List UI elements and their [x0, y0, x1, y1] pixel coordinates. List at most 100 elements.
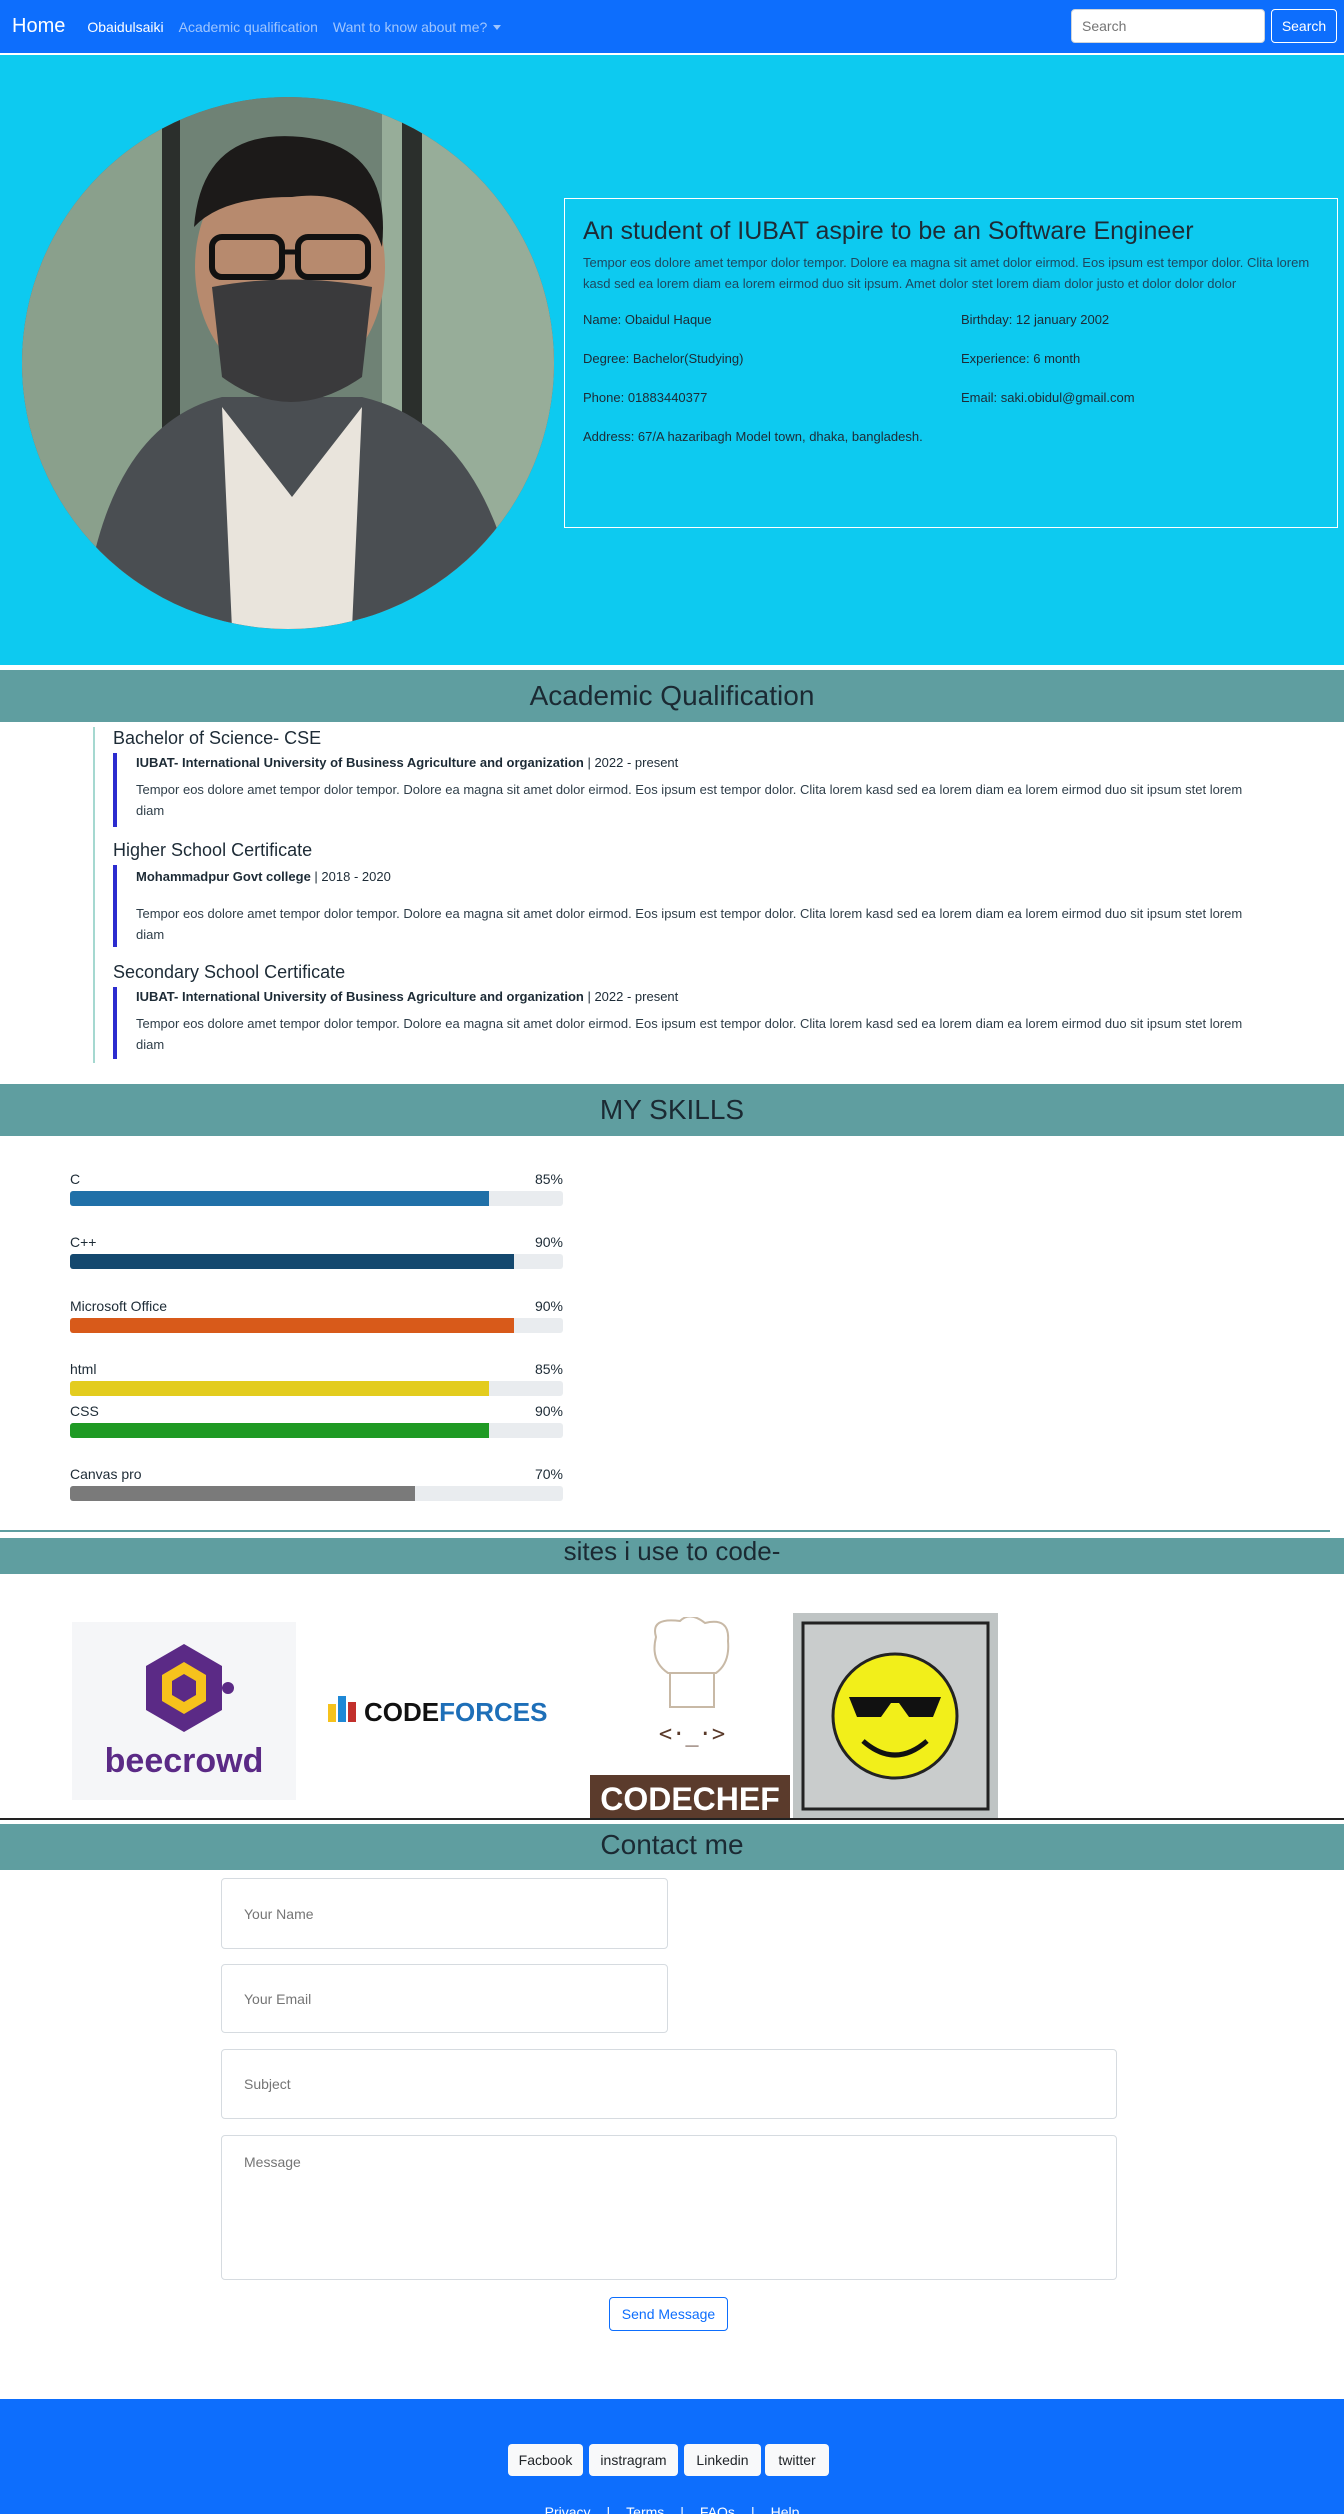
skill-progress-fill [70, 1254, 514, 1269]
skills-heading: MY SKILLS [0, 1084, 1344, 1136]
skill-name: C++ [70, 1234, 97, 1250]
skill-css: CSS 90% [70, 1403, 563, 1438]
divider [0, 1530, 1330, 1532]
skill-progress-bar [70, 1486, 563, 1501]
footer-separator: | [680, 2504, 684, 2514]
search-button[interactable]: Search [1271, 9, 1337, 43]
skill-html: html 85% [70, 1361, 563, 1396]
hero-title: An student of IUBAT aspire to be an Soft… [583, 217, 1194, 245]
edu-text: Tempor eos dolore amet tempor dolor temp… [136, 906, 1243, 942]
name-input[interactable] [221, 1878, 668, 1949]
chevron-down-icon [493, 25, 502, 31]
edu-details: IUBAT- International University of Busin… [113, 753, 1263, 827]
footer-separator: | [606, 2504, 611, 2514]
footer-link-terms[interactable]: Terms [626, 2504, 664, 2514]
edu-institution: IUBAT- International University of Busin… [136, 755, 584, 770]
search-input[interactable] [1071, 9, 1265, 43]
academic-heading: Academic Qualification [0, 670, 1344, 722]
footer-link-help[interactable]: Help [771, 2504, 800, 2514]
navbar: Home Obaidulsaiki Academic qualification… [0, 0, 1344, 53]
edu-text: Tempor eos dolore amet tempor dolor temp… [136, 1016, 1243, 1052]
facebook-button[interactable]: Facbook [508, 2444, 583, 2476]
edu-title: Bachelor of Science- CSE [113, 728, 322, 748]
nav-link-academic[interactable]: Academic qualification [179, 19, 318, 35]
codeforces-logo[interactable]: CODEFORCES [322, 1690, 566, 1730]
edu-text: Tempor eos dolore amet tempor dolor temp… [136, 782, 1243, 818]
skill-progress-fill [70, 1381, 490, 1396]
skill-percent: 90% [534, 1403, 563, 1419]
info-experience: Experience: 6 month [961, 351, 1081, 366]
codeforces-text-b: FORCES [439, 1697, 547, 1727]
email-input[interactable] [221, 1964, 668, 2033]
home-brand-link[interactable]: Home [12, 15, 65, 38]
edu-details: Mohammadpur Govt college | 2018 - 2020 T… [113, 865, 1263, 947]
subject-input[interactable] [221, 2049, 1117, 2119]
codeforces-text-a: CODE [364, 1697, 439, 1727]
codechef-text: CODECHEF [600, 1781, 780, 1817]
skill-progress-fill [70, 1423, 490, 1438]
edu-details: IUBAT- International University of Busin… [113, 987, 1263, 1059]
nav-link-obaidulsaiki[interactable]: Obaidulsaiki [87, 19, 163, 35]
skill-percent: 85% [534, 1361, 563, 1377]
edu-item-hsc: Higher School Certificate Mohammadpur Go… [113, 840, 1263, 947]
info-phone: Phone: 01883440377 [583, 390, 708, 405]
skill-name: CSS [70, 1403, 99, 1419]
timeline-line [93, 727, 95, 1063]
skill-progress-bar [70, 1254, 563, 1269]
send-message-button[interactable]: Send Message [609, 2297, 728, 2331]
codechef-logo[interactable]: <·_·> CODECHEF [590, 1615, 790, 1820]
hero-description: Tempor eos dolore amet tempor dolor temp… [583, 255, 1310, 291]
skill-row: html 85% [70, 1361, 563, 1381]
skill-progress-bar [70, 1191, 563, 1206]
skill-row: Canvas pro 70% [70, 1466, 563, 1486]
skill-cpp: C++ 90% [70, 1234, 563, 1269]
message-textarea[interactable] [221, 2135, 1117, 2280]
skill-percent: 70% [534, 1466, 563, 1482]
skill-row: C++ 90% [70, 1234, 563, 1254]
skill-percent: 85% [534, 1171, 563, 1187]
edu-years: | 2018 - 2020 [310, 869, 391, 884]
skill-office: Microsoft Office 90% [70, 1298, 563, 1333]
chef-face-icon: <·_·> [659, 1722, 725, 1747]
skill-name: C [70, 1171, 81, 1187]
profile-photo [22, 97, 554, 629]
codeforces-text: CODEFORCES [364, 1697, 547, 1727]
skill-name: Canvas pro [70, 1466, 142, 1482]
beecrowd-logo[interactable]: beecrowd [72, 1622, 296, 1800]
skill-canvas: Canvas pro 70% [70, 1466, 563, 1501]
footer-link-faqs[interactable]: FAQs [700, 2504, 735, 2514]
info-email: Email: saki.obidul@gmail.com [961, 390, 1135, 405]
skill-name: html [70, 1361, 97, 1377]
twitter-button[interactable]: twitter [765, 2444, 829, 2476]
skill-progress-fill [70, 1318, 514, 1333]
skill-percent: 90% [534, 1298, 563, 1314]
edu-institution-line: IUBAT- International University of Busin… [136, 989, 1263, 1004]
footer-link-privacy[interactable]: Privacy [545, 2504, 591, 2514]
skill-progress-bar [70, 1318, 563, 1333]
skill-progress-fill [70, 1486, 416, 1501]
footer: Facbook instragram Linkedin twitter Priv… [0, 2399, 1344, 2514]
linkedin-button[interactable]: Linkedin [684, 2444, 761, 2476]
edu-institution: IUBAT- International University of Busin… [136, 989, 584, 1004]
edu-title: Secondary School Certificate [113, 962, 346, 982]
instagram-button[interactable]: instragram [589, 2444, 678, 2476]
skill-name: Microsoft Office [70, 1298, 167, 1314]
edu-title: Higher School Certificate [113, 840, 313, 860]
smiley-logo[interactable] [793, 1613, 998, 1819]
divider [0, 1818, 1344, 1820]
skill-progress-fill [70, 1191, 490, 1206]
info-card: An student of IUBAT aspire to be an Soft… [564, 198, 1338, 528]
info-name: Name: Obaidul Haque [583, 312, 712, 327]
sites-heading: sites i use to code- [0, 1538, 1344, 1574]
skill-percent: 90% [534, 1234, 563, 1250]
info-address: Address: 67/A hazaribagh Model town, dha… [583, 429, 923, 444]
footer-links: Privacy | Terms | FAQs | Help [0, 2504, 1344, 2514]
skill-progress-bar [70, 1381, 563, 1396]
skill-row: C 85% [70, 1171, 563, 1191]
edu-item-bsc: Bachelor of Science- CSE IUBAT- Internat… [113, 728, 1263, 827]
contact-heading: Contact me [0, 1824, 1344, 1870]
skill-row: CSS 90% [70, 1403, 563, 1423]
nav-dropdown-about[interactable]: Want to know about me? [333, 19, 502, 35]
skill-row: Microsoft Office 90% [70, 1298, 563, 1318]
edu-institution-line: IUBAT- International University of Busin… [136, 755, 1263, 770]
